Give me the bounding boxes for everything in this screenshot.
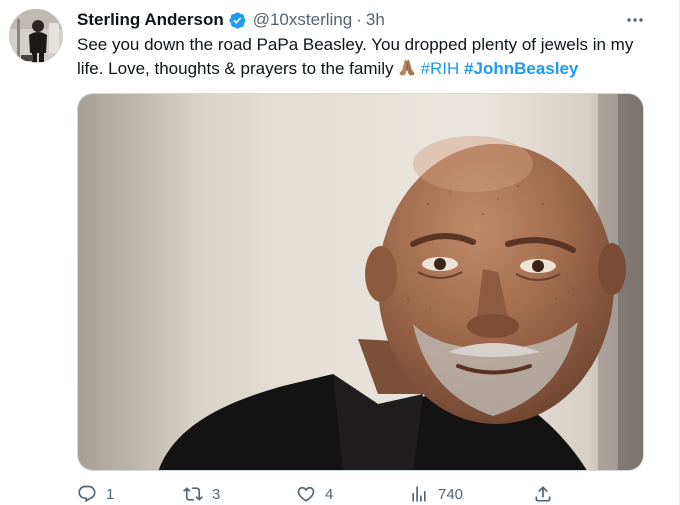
- like-button[interactable]: 4: [296, 484, 333, 504]
- display-name[interactable]: Sterling Anderson: [77, 10, 224, 30]
- timestamp[interactable]: 3h: [366, 10, 385, 30]
- share-button[interactable]: [533, 484, 553, 504]
- avatar[interactable]: [9, 9, 63, 63]
- hashtag-johnbeasley[interactable]: #JohnBeasley: [464, 59, 578, 78]
- tweet-header: Sterling Anderson @10xsterling · 3h: [77, 9, 385, 31]
- retweet-count: 3: [212, 485, 221, 503]
- hashtag-rih[interactable]: #RIH: [421, 59, 460, 78]
- share-icon: [535, 486, 551, 502]
- retweet-button[interactable]: 3: [183, 484, 220, 504]
- separator-dot: ·: [356, 10, 362, 29]
- views-count: 740: [438, 485, 464, 503]
- tweet-photo[interactable]: [77, 93, 644, 471]
- tweet-text: See you down the road PaPa Beasley. You …: [77, 33, 647, 81]
- reply-button[interactable]: 1: [77, 484, 114, 504]
- tweet-actions: 1 3 4 740: [77, 484, 557, 505]
- reply-icon: [78, 485, 96, 503]
- more-options-button[interactable]: [619, 8, 651, 32]
- heart-icon: [297, 486, 315, 502]
- views-button[interactable]: 740: [409, 484, 463, 504]
- retweet-icon: [183, 487, 203, 501]
- handle[interactable]: @10xsterling: [253, 10, 352, 30]
- like-count: 4: [325, 485, 334, 503]
- verified-badge-icon[interactable]: [228, 11, 247, 30]
- folded-hands-icon: [397, 57, 417, 77]
- portrait-photo: [78, 94, 643, 470]
- more-icon: [627, 18, 643, 22]
- views-icon: [412, 486, 426, 502]
- tweet-card[interactable]: Sterling Anderson @10xsterling · 3h See …: [0, 0, 680, 505]
- reply-count: 1: [106, 485, 115, 503]
